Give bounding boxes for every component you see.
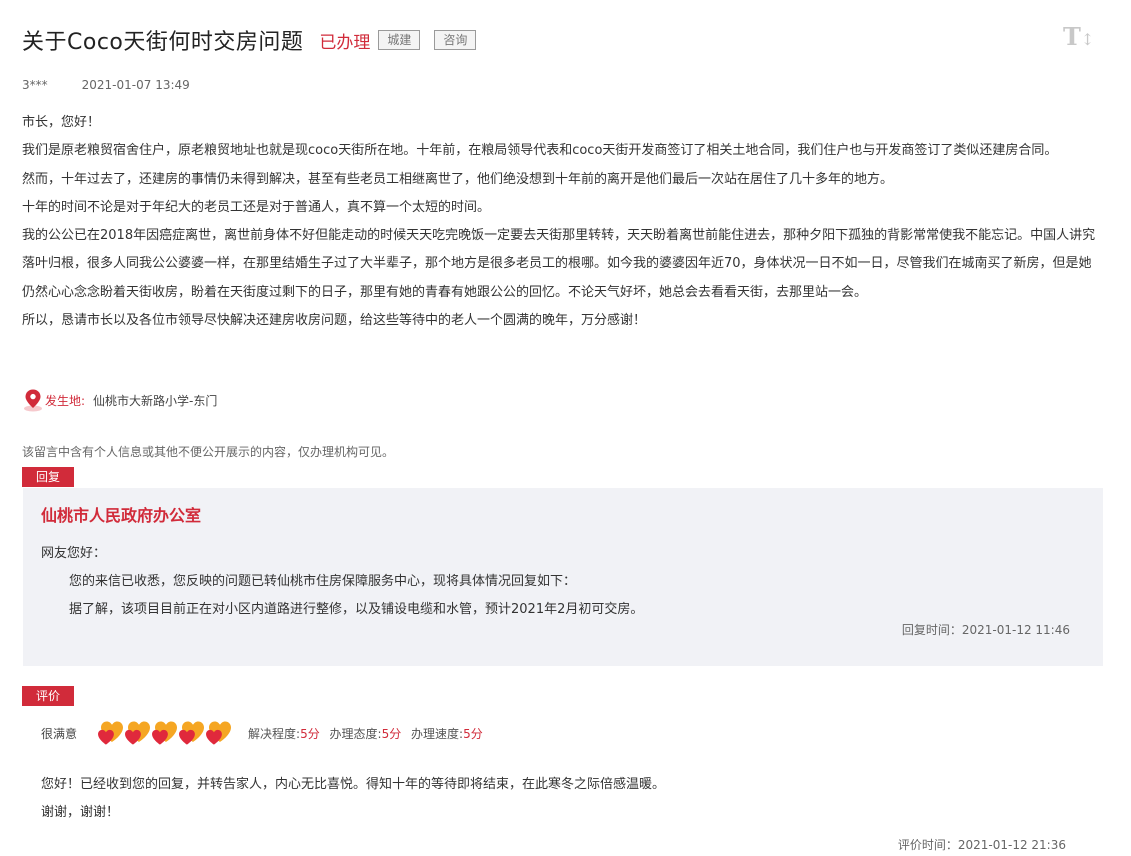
heart-rating	[95, 719, 232, 747]
score-label: 办理态度:	[329, 726, 382, 741]
reply-time: 回复时间：2021-01-12 11:46	[902, 621, 1070, 638]
author-name: 3***	[22, 78, 48, 92]
evaluation-section-label: 评价	[22, 686, 74, 706]
reply-line: 据了解，该项目目前正在对小区内道路进行整修，以及铺设电缆和水管，预计2021年2…	[69, 602, 644, 617]
location-value: 仙桃市大新路小学-东门	[93, 393, 218, 408]
score-value: 5分	[463, 726, 483, 741]
map-pin-icon	[24, 389, 42, 412]
score-label: 办理速度:	[411, 726, 464, 741]
post-datetime: 2021-01-07 13:49	[81, 78, 190, 92]
message-paragraph: 所以，恳请市长以及各位市领导尽快解决还建房收房问题，给这些等待中的老人一个圆满的…	[22, 313, 647, 329]
reply-line: 您的来信已收悉，您反映的问题已转仙桃市住房保障服务中心，现将具体情况回复如下：	[69, 574, 577, 589]
message-paragraph: 然而，十年过去了，还建房的事情仍未得到解决，甚至有些老员工相继离世了，他们绝没想…	[22, 171, 894, 187]
evaluation-comment: 谢谢，谢谢！	[41, 805, 120, 820]
evaluation-time-label: 评价时间：	[897, 838, 958, 852]
evaluation-time: 评价时间：2021-01-12 21:36	[898, 836, 1066, 853]
title-row: 关于Coco天街何时交房问题 已办理 城建 咨询	[22, 22, 477, 58]
type-tag: 咨询	[434, 30, 477, 50]
heart-rating-icon	[206, 721, 232, 745]
privacy-note: 该留言中含有个人信息或其他不便公开展示的内容，仅办理机构可见。	[22, 445, 395, 459]
message-paragraph: 我的公公已在2018年因癌症离世，离世前身体不好但能走动的时候天天吃完晚饭一定要…	[22, 228, 1096, 300]
evaluation-time-value: 2021-01-12 21:36	[957, 838, 1066, 852]
score-label: 解决程度:	[248, 726, 301, 741]
message-paragraph: 市长，您好！	[22, 115, 101, 130]
location-row: 发生地: 仙桃市大新路小学-东门	[22, 388, 217, 412]
evaluation-row: 很满意 解决程度:5分 办理态度:5分 办理速度:5分	[41, 717, 483, 749]
message-body: 市长，您好！ 我们是原老粮贸宿舍住户，原老粮贸地址也就是现coco天街所在地。十…	[22, 109, 1102, 335]
status-badge: 已办理	[319, 32, 371, 53]
heart-rating-icon	[152, 721, 178, 745]
heart-rating-icon	[98, 721, 124, 745]
reply-greeting: 网友您好：	[41, 546, 107, 561]
message-paragraph: 我们是原老粮贸宿舍住户，原老粮贸地址也就是现coco天街所在地。十年前，在粮局领…	[22, 143, 1058, 159]
heart-rating-icon	[179, 721, 205, 745]
reply-time-value: 2021-01-12 11:46	[961, 623, 1070, 637]
location-label: 发生地:	[45, 393, 86, 408]
reply-organization: 仙桃市人民政府办公室	[41, 506, 202, 525]
category-tag: 城建	[378, 30, 421, 50]
score-value: 5分	[300, 726, 320, 741]
text-size-icon[interactable]: T↕	[1063, 24, 1094, 50]
reply-section-label: 回复	[22, 467, 74, 487]
message-paragraph: 十年的时间不论是对于年纪大的老员工还是对于普通人，真不算一个太短的时间。	[22, 199, 491, 215]
evaluation-comment: 您好！已经收到您的回复，并转告家人，内心无比喜悦。得知十年的等待即将结束，在此寒…	[41, 777, 666, 792]
overall-rating: 很满意	[41, 726, 78, 741]
page-title: 关于Coco天街何时交房问题	[22, 30, 304, 55]
score-value: 5分	[381, 726, 402, 741]
reply-time-label: 回复时间：	[901, 623, 962, 637]
post-meta: 3*** 2021-01-07 13:49	[22, 78, 190, 92]
score-list: 解决程度:5分 办理态度:5分 办理速度:5分	[248, 725, 483, 742]
heart-rating-icon	[125, 721, 151, 745]
